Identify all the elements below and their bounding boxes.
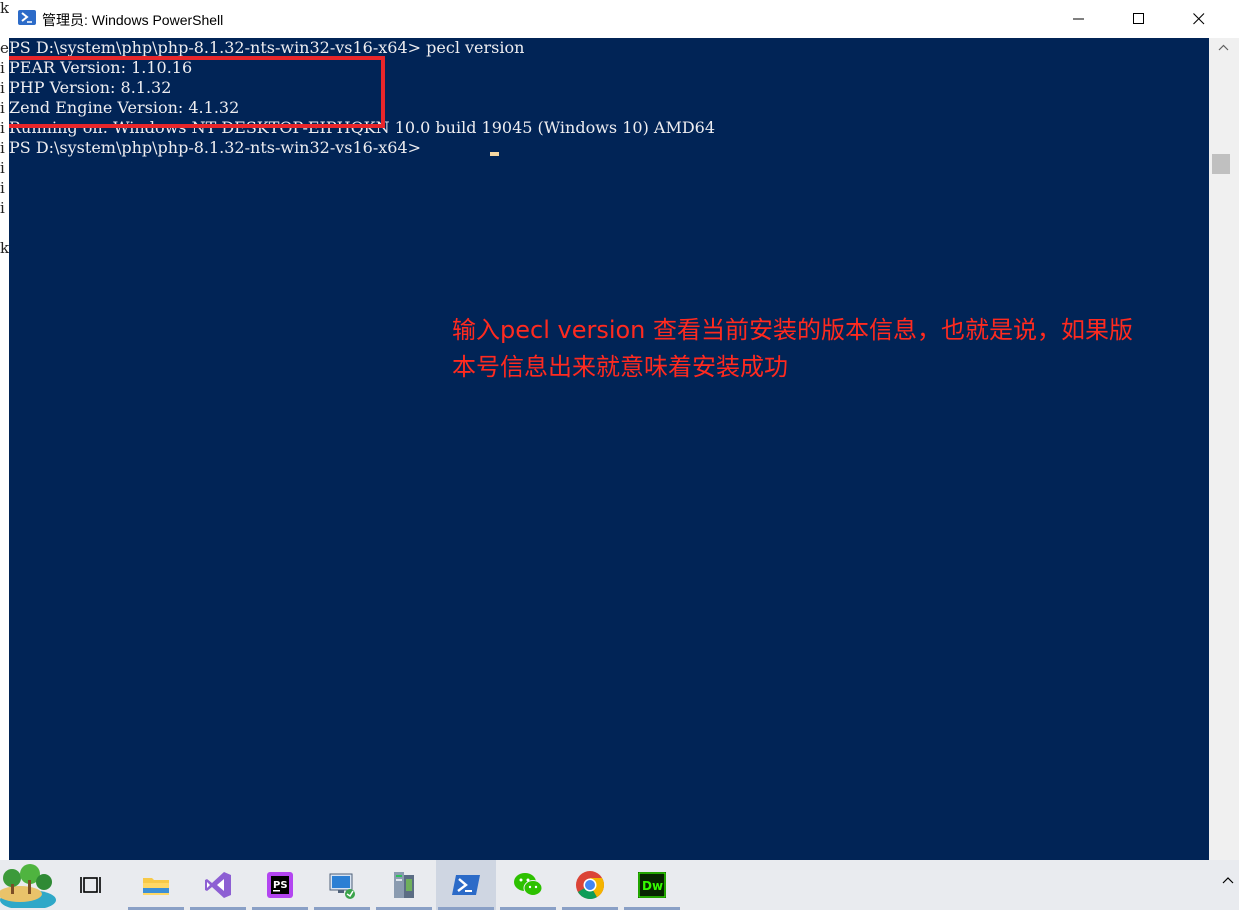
background-window-char: i (0, 159, 5, 177)
visual-studio-button[interactable] (188, 860, 248, 910)
chevron-up-icon (1218, 44, 1229, 51)
background-window-char: e (0, 39, 9, 57)
server-manager-button[interactable] (374, 860, 434, 910)
dreamweaver-icon: Dw (638, 872, 666, 898)
dreamweaver-button[interactable]: Dw (622, 860, 682, 910)
task-view-button[interactable] (62, 860, 122, 910)
background-window-char: i (0, 139, 5, 157)
taskbar: PS Dw (0, 860, 1239, 910)
chrome-button[interactable] (560, 860, 620, 910)
annotation-text: 输入pecl version 查看当前安装的版本信息，也就是说，如果版本号信息出… (452, 316, 1134, 381)
remote-desktop-button[interactable] (312, 860, 372, 910)
task-view-icon (80, 877, 101, 893)
wechat-icon (514, 873, 543, 896)
chevron-up-icon[interactable] (1222, 876, 1234, 884)
console-line-prompt: PS D:\system\php\php-8.1.32-nts-win32-vs… (9, 138, 427, 157)
desktop-scene-button[interactable] (0, 860, 60, 910)
close-icon (1193, 13, 1205, 25)
phpstorm-icon-label: PS (273, 880, 288, 891)
remote-desktop-icon (329, 873, 355, 899)
scroll-up-button[interactable] (1209, 38, 1239, 58)
chrome-icon (576, 871, 604, 899)
file-explorer-icon (143, 878, 169, 895)
powershell-icon (452, 875, 480, 895)
close-button[interactable] (1169, 0, 1229, 38)
background-window-char: i (0, 179, 5, 197)
phpstorm-icon: PS (267, 872, 293, 898)
background-window-char: i (0, 99, 5, 117)
phpstorm-button[interactable]: PS (250, 860, 310, 910)
background-window-char: k (0, 0, 9, 17)
powershell-title-icon[interactable] (18, 10, 36, 25)
text-cursor (490, 152, 499, 156)
minimize-button[interactable] (1049, 0, 1109, 38)
wechat-button[interactable] (498, 860, 558, 910)
powershell-window[interactable]: 管理员: Windows PowerShell PS D:\system\php… (9, 0, 1239, 860)
visual-studio-icon (205, 872, 231, 898)
console-line-command: PS D:\system\php\php-8.1.32-nts-win32-vs… (9, 38, 525, 57)
background-window-char: i (0, 59, 5, 77)
annotation-highlight-box (9, 56, 385, 128)
title-bar[interactable]: 管理员: Windows PowerShell (9, 0, 1239, 38)
window-title: 管理员: Windows PowerShell (42, 12, 224, 28)
scroll-thumb[interactable] (1212, 154, 1230, 174)
maximize-icon (1133, 13, 1144, 24)
vertical-scrollbar[interactable] (1209, 38, 1239, 860)
minimize-icon (1073, 18, 1084, 20)
background-window-char: i (0, 119, 5, 137)
server-manager-icon (394, 872, 414, 898)
background-window-char: i (0, 199, 5, 217)
powershell-taskbar-button[interactable] (436, 860, 496, 910)
file-explorer-button[interactable] (126, 860, 186, 910)
background-window-char: k (0, 239, 9, 257)
desktop-scene-icon (0, 864, 56, 908)
maximize-button[interactable] (1109, 0, 1169, 38)
console-output[interactable]: PS D:\system\php\php-8.1.32-nts-win32-vs… (9, 38, 1209, 860)
screen: k e i i i i i i i i k 管理员: Windows Power… (0, 0, 1239, 910)
background-window-char: i (0, 79, 5, 97)
dreamweaver-icon-label: Dw (642, 879, 663, 893)
